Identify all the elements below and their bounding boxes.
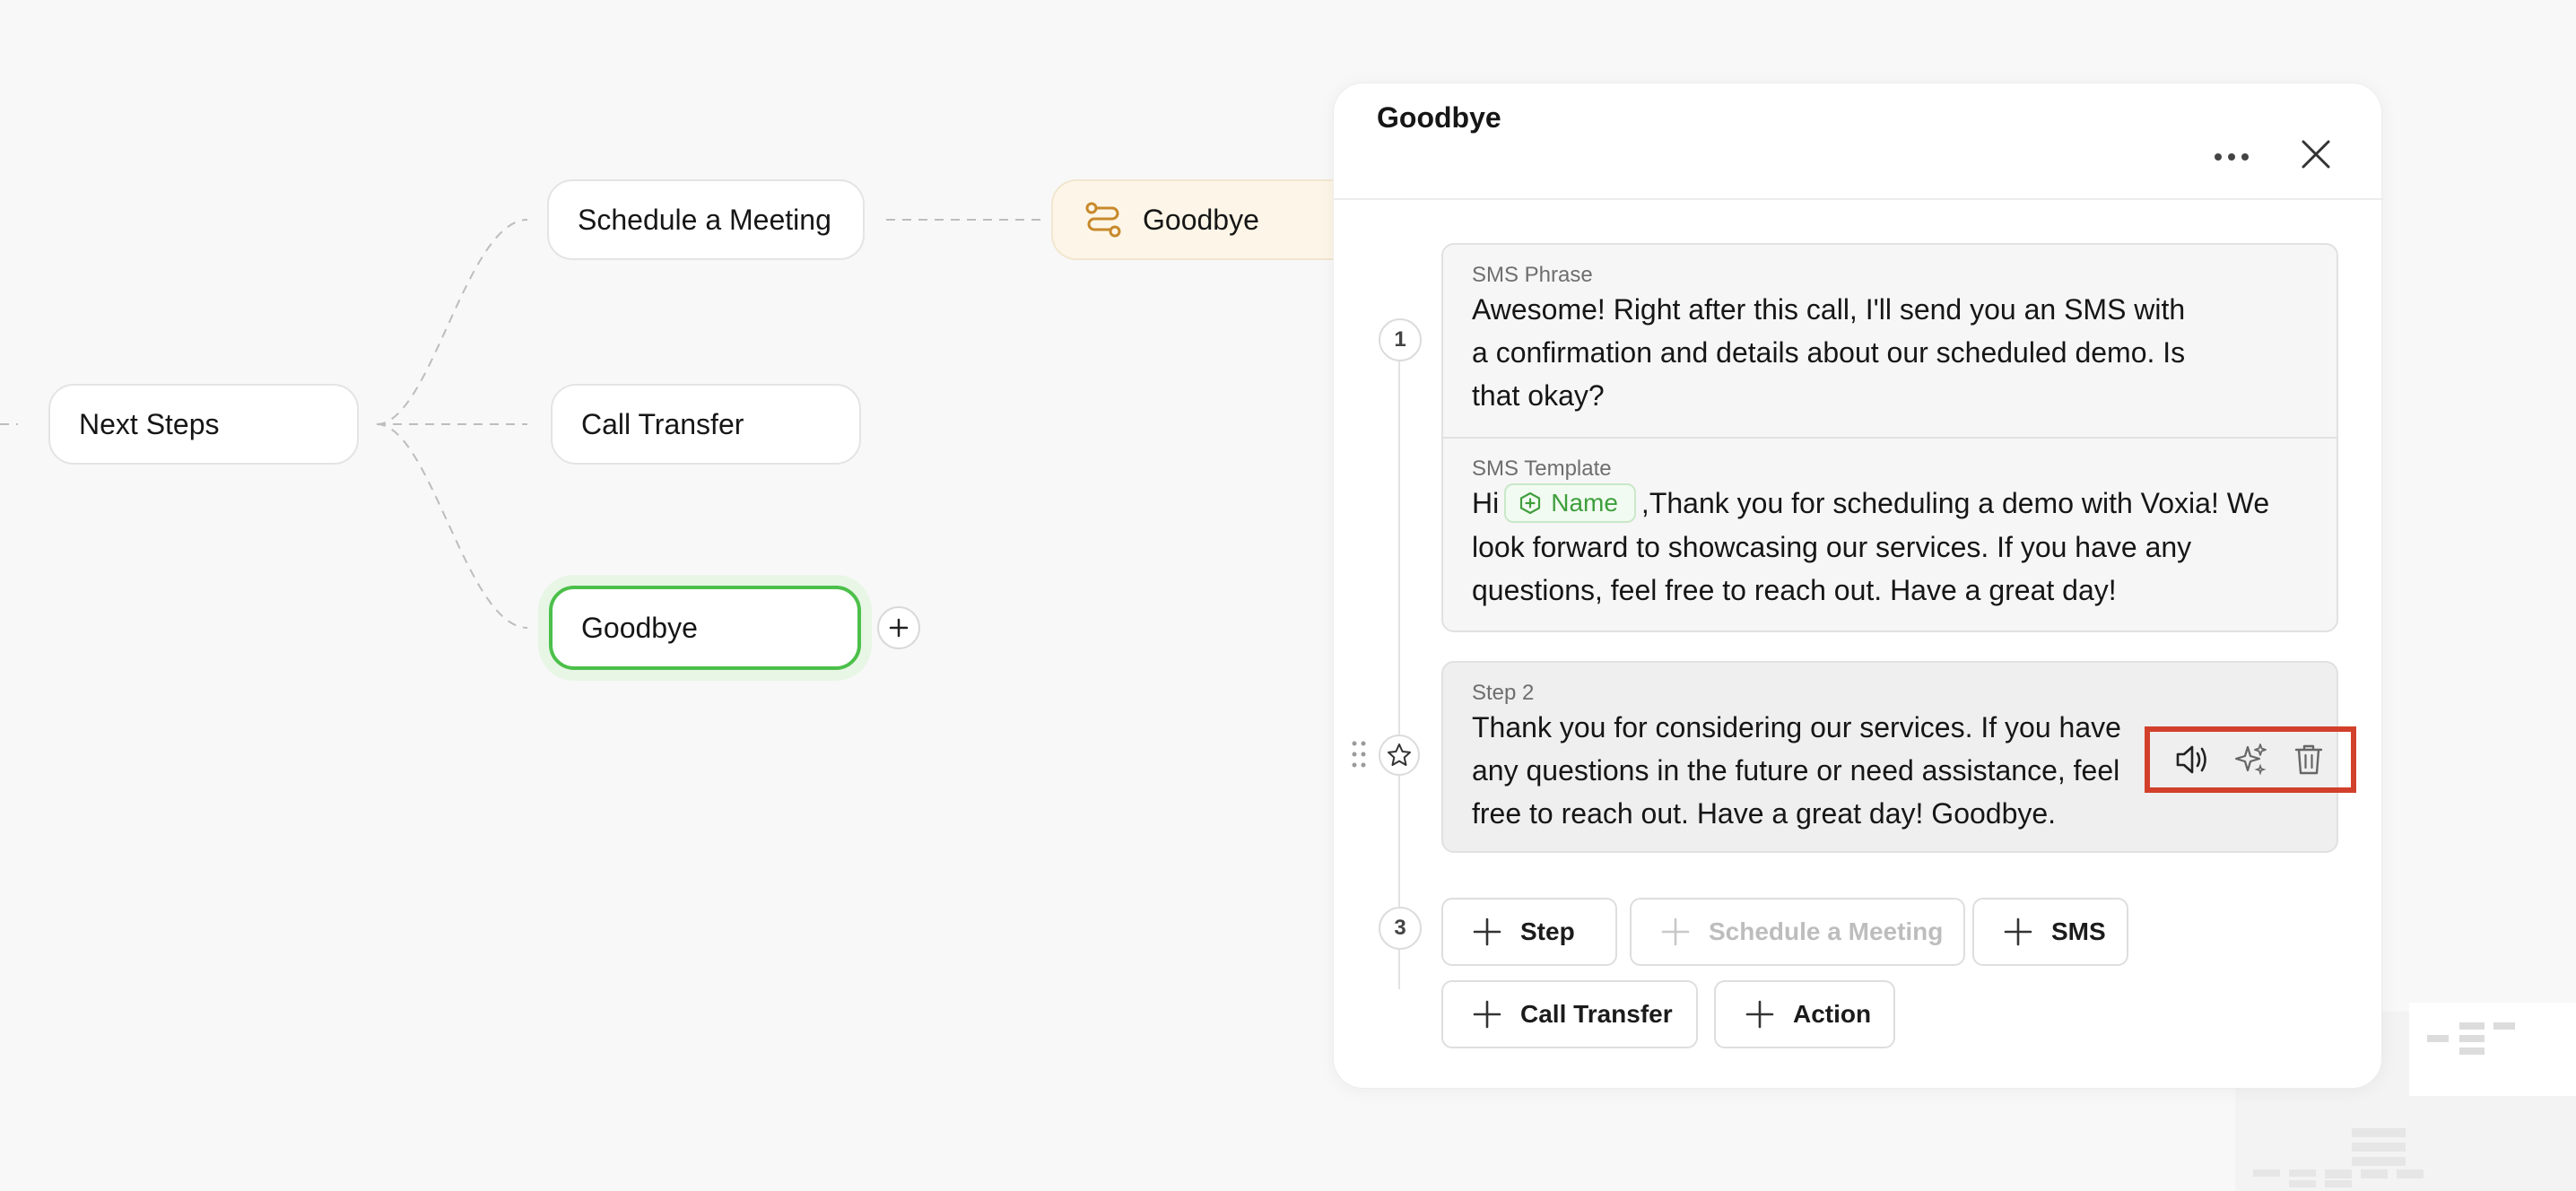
button-label: Step	[1520, 917, 1575, 945]
play-audio-button[interactable]	[2172, 740, 2212, 779]
button-label: SMS	[2051, 917, 2106, 945]
sms-phrase-text[interactable]: Awesome! Right after this call, I'll sen…	[1472, 288, 2189, 417]
sparkles-icon	[2234, 743, 2267, 776]
star-icon	[1388, 743, 1411, 766]
step-actions-toolbar	[2145, 726, 2356, 793]
star-step-button[interactable]	[1379, 735, 1420, 776]
sms-phrase-section[interactable]: SMS Phrase Awesome! Right after this cal…	[1443, 245, 2337, 437]
node-call-transfer[interactable]: Call Transfer	[551, 384, 861, 465]
sms-template-label: SMS Template	[1472, 456, 1612, 481]
node-goto-goodbye[interactable]: Goodbye	[1051, 179, 1338, 260]
speaker-icon	[2176, 745, 2206, 774]
plus-icon	[1745, 1000, 1774, 1029]
node-goodbye[interactable]: Goodbye	[549, 586, 861, 670]
button-label: Call Transfer	[1520, 1000, 1673, 1028]
panel-title: Goodbye	[1377, 101, 1501, 134]
sms-phrase-label: SMS Phrase	[1472, 263, 1593, 287]
route-icon	[1083, 200, 1123, 239]
add-step-button[interactable]: Step	[1441, 898, 1617, 966]
ai-enhance-button[interactable]	[2231, 740, 2270, 779]
next-step-number-badge: 3	[1379, 907, 1422, 950]
add-action-button[interactable]: Action	[1714, 980, 1895, 1048]
button-label: Schedule a Meeting	[1709, 917, 1944, 945]
drag-handle-icon	[1352, 741, 1366, 768]
close-panel-button[interactable]	[2284, 123, 2347, 186]
variable-chip-label: Name	[1551, 488, 1618, 517]
node-label: Goodbye	[581, 611, 698, 644]
add-sms-button[interactable]: SMS	[1972, 898, 2128, 966]
more-options-button[interactable]	[2200, 130, 2263, 184]
plus-icon	[2004, 917, 2032, 946]
node-next-steps[interactable]: Next Steps	[48, 384, 359, 465]
node-detail-panel: Goodbye 1 SMS Phrase Awesome! Right afte…	[1333, 83, 2383, 1089]
panel-header-divider	[1334, 198, 2383, 200]
plus-icon	[1473, 1000, 1501, 1029]
drag-handle[interactable]	[1348, 738, 1370, 770]
ellipsis-icon	[2215, 153, 2249, 161]
step-2-label: Step 2	[1472, 681, 1535, 705]
edge-next-steps-to-schedule	[376, 219, 528, 425]
node-label: Next Steps	[79, 407, 220, 440]
plus-icon	[1473, 917, 1501, 946]
button-label: Action	[1793, 1000, 1872, 1028]
step-card-sms[interactable]: SMS Phrase Awesome! Right after this cal…	[1441, 243, 2338, 632]
trash-icon	[2295, 744, 2323, 775]
close-icon	[2302, 140, 2330, 169]
node-label: Call Transfer	[581, 407, 744, 440]
sms-template-text[interactable]: Hi Name ,Thank you for scheduling a demo w…	[1472, 482, 2308, 612]
add-call-transfer-button[interactable]: Call Transfer	[1441, 980, 1698, 1048]
variable-icon	[1520, 491, 1541, 514]
delete-step-button[interactable]	[2289, 740, 2328, 779]
node-schedule-a-meeting[interactable]: Schedule a Meeting	[547, 179, 865, 260]
plus-icon	[889, 618, 909, 638]
node-label: Schedule a Meeting	[578, 203, 831, 236]
add-node-button[interactable]	[877, 606, 920, 649]
sms-template-prefix: Hi	[1472, 487, 1500, 519]
node-label: Goodbye	[1143, 203, 1259, 236]
add-schedule-meeting-button[interactable]: Schedule a Meeting	[1630, 898, 1965, 966]
step-number-badge: 1	[1379, 318, 1422, 361]
variable-chip-name[interactable]: Name	[1504, 482, 1636, 523]
plus-icon	[1661, 917, 1690, 946]
step-2-text[interactable]: Thank you for considering our services. …	[1472, 706, 2154, 835]
sms-template-section[interactable]: SMS Template Hi Name ,Thank you for schedu…	[1443, 437, 2337, 630]
edge-next-steps-to-goodbye	[376, 423, 528, 629]
steps-timeline	[1398, 343, 1400, 989]
